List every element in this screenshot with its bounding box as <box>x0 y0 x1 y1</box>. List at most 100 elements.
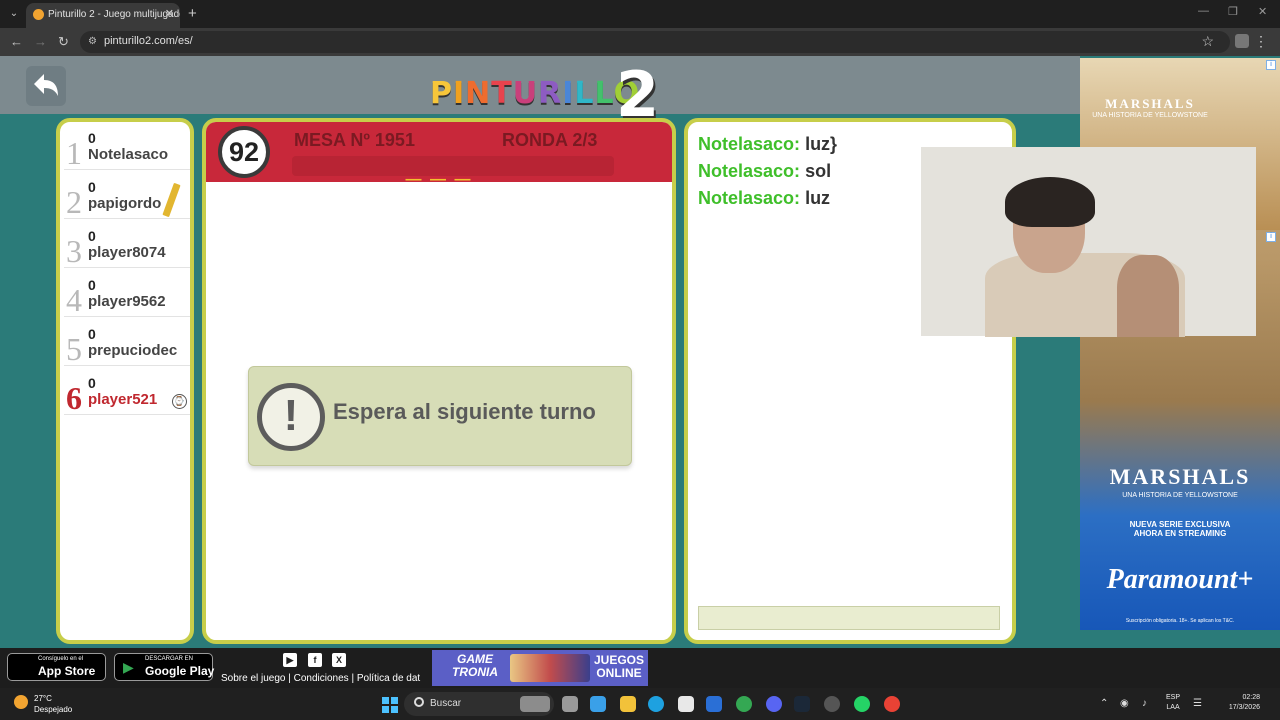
mail-icon[interactable] <box>706 696 722 712</box>
game-header: PINTURILLO 2 <box>0 56 1080 131</box>
player-name: player8074 <box>88 244 166 261</box>
exit-game-button[interactable] <box>26 66 66 106</box>
logo-letter: U <box>512 76 539 111</box>
round-timer: 92 <box>218 126 270 178</box>
youtube-icon[interactable]: ▶ <box>283 653 297 667</box>
ad-info-icon[interactable]: i <box>1266 60 1276 70</box>
store-icon[interactable] <box>678 696 694 712</box>
player-row: 5 0 prepuciodec <box>64 320 190 367</box>
round-header: 92 MESA Nº 1951 RONDA 2/3 — — — <box>206 122 672 188</box>
logo-letter: R <box>538 76 563 111</box>
tray-mic-icon[interactable]: ♪ <box>1142 698 1147 709</box>
maximize-button[interactable]: ❐ <box>1228 5 1238 18</box>
widgets-icon[interactable] <box>520 696 550 712</box>
language-code: ESP <box>1166 694 1181 701</box>
reload-icon[interactable]: ↻ <box>58 34 69 50</box>
edge-icon[interactable] <box>648 696 664 712</box>
chrome-profile-icon[interactable] <box>884 696 900 712</box>
tab-search-icon[interactable]: ⌄ <box>6 6 22 22</box>
footer-links[interactable]: Sobre el juego | Condiciones | Política … <box>221 673 420 684</box>
site-info-icon[interactable]: ⚙ <box>88 36 98 48</box>
clock[interactable]: 02:28 17/3/2026 <box>1218 693 1260 713</box>
tab-title: Pinturillo 2 - Juego multijugador <box>48 9 180 20</box>
taskbar-search-label: Buscar <box>430 698 462 709</box>
favicon-icon <box>33 9 44 20</box>
whatsapp-icon[interactable] <box>854 696 870 712</box>
notice-text: Espera al siguiente turno <box>333 399 596 424</box>
steam-icon[interactable] <box>794 696 810 712</box>
windows-taskbar: 27°C Despejado Buscar ⌃ ◉ ♪ ESP LAA ☰ 02… <box>0 688 1280 720</box>
app-store-label: App Store <box>38 664 96 678</box>
gametronia-banner[interactable]: GAME TRONIA JUEGOS ONLINE <box>432 650 648 686</box>
logo-letter: L <box>574 76 595 111</box>
google-play-small: DESCARGAR EN <box>145 656 194 662</box>
chat-input[interactable] <box>698 606 1000 630</box>
weather-icon[interactable] <box>14 695 28 709</box>
ad-info-icon[interactable]: i <box>1266 232 1276 242</box>
obs-icon[interactable] <box>824 696 840 712</box>
back-nav-icon[interactable]: ← <box>10 34 23 49</box>
file-explorer-icon[interactable] <box>620 696 636 712</box>
forward-nav-icon[interactable]: → <box>34 34 47 49</box>
browser-tab[interactable]: Pinturillo 2 - Juego multijugador ✕ <box>26 3 180 28</box>
google-play-label: Google Play <box>145 664 215 678</box>
address-bar-row: ← → ↻ ⚙ pinturillo2.com/es/ ☆ <box>0 28 1280 56</box>
player-rank: 2 <box>66 184 82 220</box>
windows-start-icon[interactable] <box>382 697 398 713</box>
table-number: MESA Nº 1951 <box>294 130 415 150</box>
ad-title: MARSHALS <box>1109 464 1251 489</box>
player-row: 1 0 Notelasaco <box>64 124 190 171</box>
language-indicator[interactable]: ESP LAA <box>1166 693 1180 713</box>
drawing-panel: 92 MESA Nº 1951 RONDA 2/3 — — — ! Espera… <box>202 118 676 644</box>
task-view-icon[interactable] <box>562 696 578 712</box>
copilot-icon[interactable] <box>590 696 606 712</box>
player-score: 0 <box>88 326 96 342</box>
tab-close-icon[interactable]: ✕ <box>165 3 174 26</box>
exclamation-icon: ! <box>257 383 325 451</box>
app-store-button[interactable]: Consíguelo en el App Store <box>7 653 106 681</box>
browser-tab-bar: ⌄ Pinturillo 2 - Juego multijugador ✕ + … <box>0 0 1280 28</box>
ad-fine-print: Suscripción obligatoria. 18+. Se aplican… <box>1125 618 1235 624</box>
app-store-small: Consíguelo en el <box>38 656 84 662</box>
word-hint: — — — <box>405 171 473 188</box>
x-icon[interactable]: X <box>332 653 346 667</box>
chat-text: sol <box>805 161 832 181</box>
player-score: 0 <box>88 277 96 293</box>
browser-menu-icon[interactable]: ⋮ <box>1254 33 1268 50</box>
chrome-icon[interactable] <box>736 696 752 712</box>
new-tab-button[interactable]: + <box>188 5 197 22</box>
ad-tagline: NUEVA SERIE EXCLUSIVA AHORA EN STREAMING <box>1129 520 1231 538</box>
player-name: prepuciodec <box>88 342 178 359</box>
tray-network-icon[interactable]: ◉ <box>1120 698 1129 709</box>
weather-temp: 27°C <box>34 694 52 703</box>
tray-chevron-icon[interactable]: ⌃ <box>1100 698 1108 709</box>
facebook-icon[interactable]: f <box>308 653 322 667</box>
logo-letter: P <box>430 76 453 111</box>
google-play-button[interactable]: ▶ DESCARGAR EN Google Play <box>114 653 215 681</box>
game-area: PINTURILLO 2 1 0 Notelasaco 2 0 papigord… <box>0 56 1280 648</box>
advertisement[interactable]: MARSHALS UNA HISTORIA DE YELLOWSTONE i i… <box>1080 58 1280 630</box>
bookmark-star-icon[interactable]: ☆ <box>1201 33 1214 50</box>
logo-letter: I <box>453 76 466 111</box>
webcam-overlay <box>921 147 1256 337</box>
url-field[interactable]: ⚙ pinturillo2.com/es/ ☆ <box>80 31 1230 53</box>
paramount-logo: Paramount+ <box>1106 564 1254 595</box>
weather-desc: Despejado <box>34 705 73 714</box>
play-icon: ▶ <box>123 659 134 675</box>
discord-icon[interactable] <box>766 696 782 712</box>
close-window-button[interactable]: ✕ <box>1258 5 1267 18</box>
pinturillo-logo: PINTURILLO 2 <box>430 58 660 131</box>
tray-wifi-icon[interactable]: ☰ <box>1193 698 1202 709</box>
search-icon <box>414 697 424 707</box>
back-arrow-icon <box>34 74 58 96</box>
player-score: 0 <box>88 179 96 195</box>
chat-text: luz} <box>805 134 838 154</box>
minimize-button[interactable]: — <box>1198 5 1209 17</box>
player-row: 2 0 papigordo <box>64 173 190 220</box>
logo-letter: I <box>562 76 575 111</box>
players-panel: 1 0 Notelasaco 2 0 papigordo 3 0 player8… <box>56 118 194 644</box>
chat-text: luz <box>805 188 831 208</box>
clock-icon: ⌚ <box>172 394 187 409</box>
ad-subtitle: UNA HISTORIA DE YELLOWSTONE <box>1092 112 1208 119</box>
extension-icon[interactable] <box>1235 34 1249 48</box>
